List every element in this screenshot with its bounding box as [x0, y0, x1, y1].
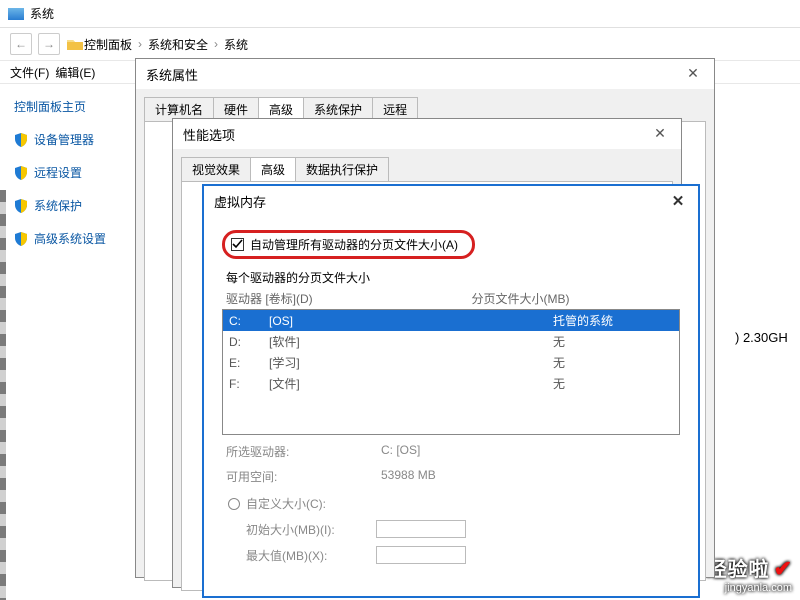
free-space-value: 53988 MB [381, 468, 436, 485]
drive-size: 无 [553, 333, 673, 350]
auto-manage-checkbox[interactable] [231, 238, 244, 251]
drive-letter: E: [229, 356, 269, 370]
dialog-title: 虚拟内存 [214, 192, 266, 211]
close-button[interactable]: ✕ [664, 190, 692, 212]
drive-letter: D: [229, 335, 269, 349]
column-pagefile-size: 分页文件大小(MB) [471, 290, 676, 307]
drive-letter: C: [229, 314, 269, 328]
watermark-brand: 经验啦 [707, 559, 770, 581]
sidebar-item-device-manager[interactable]: 设备管理器 [14, 131, 124, 148]
initial-size-input[interactable] [376, 520, 466, 538]
nav-back-button[interactable]: ← [10, 33, 32, 55]
cpu-freq-text: ) 2.30GH [735, 330, 788, 345]
selected-drive-value: C: [OS] [381, 443, 420, 460]
custom-size-label: 自定义大小(C): [246, 495, 326, 512]
selected-drive-label: 所选驱动器: [226, 443, 381, 460]
shield-icon [14, 199, 28, 213]
breadcrumb-item[interactable]: 系统和安全 [148, 36, 208, 53]
drive-label: [文件] [269, 375, 553, 392]
drive-label: [学习] [269, 354, 553, 371]
drive-row[interactable]: C: [OS] 托管的系统 [223, 310, 679, 331]
drive-row[interactable]: F: [文件] 无 [223, 373, 679, 394]
menu-file[interactable]: 文件(F) [10, 64, 49, 81]
sidebar-title[interactable]: 控制面板主页 [14, 98, 124, 115]
shield-icon [14, 166, 28, 180]
sidebar-item-label: 系统保护 [34, 197, 82, 214]
breadcrumb-item[interactable]: 控制面板 [84, 36, 132, 53]
custom-size-radio[interactable] [228, 498, 240, 510]
drive-size: 无 [553, 375, 673, 392]
sidebar-item-label: 设备管理器 [34, 131, 94, 148]
drive-letter: F: [229, 377, 269, 391]
per-drive-title: 每个驱动器的分页文件大小 [226, 269, 680, 286]
tab-visual-effects[interactable]: 视觉效果 [181, 157, 251, 181]
auto-manage-label: 自动管理所有驱动器的分页文件大小(A) [250, 236, 458, 253]
column-drive-label: 驱动器 [卷标](D) [226, 290, 471, 307]
close-button[interactable]: ✕ [676, 61, 710, 85]
breadcrumb-item[interactable]: 系统 [224, 36, 248, 53]
shield-icon [14, 232, 28, 246]
menu-edit[interactable]: 编辑(E) [55, 64, 95, 81]
sidebar-item-remote-settings[interactable]: 远程设置 [14, 164, 124, 181]
chevron-right-icon: › [214, 37, 218, 51]
drive-label: [软件] [269, 333, 553, 350]
drive-label: [OS] [269, 314, 553, 328]
max-size-label: 最大值(MB)(X): [246, 547, 376, 564]
window-title: 系统 [30, 5, 54, 22]
virtual-memory-dialog: 虚拟内存 ✕ 自动管理所有驱动器的分页文件大小(A) 每个驱动器的分页文件大小 … [202, 184, 700, 598]
drive-row[interactable]: D: [软件] 无 [223, 331, 679, 352]
initial-size-label: 初始大小(MB)(I): [246, 521, 376, 538]
tab-advanced[interactable]: 高级 [250, 157, 296, 181]
close-button[interactable]: ✕ [643, 121, 677, 145]
sidebar-item-advanced-settings[interactable]: 高级系统设置 [14, 230, 124, 247]
dialog-title: 系统属性 [146, 65, 198, 84]
check-icon: ✔ [774, 556, 792, 581]
auto-manage-highlight: 自动管理所有驱动器的分页文件大小(A) [222, 230, 475, 259]
shield-icon [14, 133, 28, 147]
tab-dep[interactable]: 数据执行保护 [295, 157, 389, 181]
watermark-url: jingyanla.com [707, 582, 792, 594]
sidebar-item-system-protection[interactable]: 系统保护 [14, 197, 124, 214]
drive-list[interactable]: C: [OS] 托管的系统 D: [软件] 无 E: [学习] 无 F: [文件… [222, 309, 680, 435]
drive-size: 无 [553, 354, 673, 371]
breadcrumb[interactable]: 控制面板 › 系统和安全 › 系统 [84, 36, 248, 53]
free-space-label: 可用空间: [226, 468, 381, 485]
sidebar-item-label: 远程设置 [34, 164, 82, 181]
watermark: 经验啦✔ jingyanla.com [707, 553, 792, 594]
drive-size: 托管的系统 [553, 312, 673, 329]
drive-row[interactable]: E: [学习] 无 [223, 352, 679, 373]
folder-icon [66, 37, 84, 51]
max-size-input[interactable] [376, 546, 466, 564]
monitor-icon [8, 8, 24, 20]
dialog-title: 性能选项 [183, 125, 235, 144]
sidebar-item-label: 高级系统设置 [34, 230, 106, 247]
chevron-right-icon: › [138, 37, 142, 51]
nav-forward-button[interactable]: → [38, 33, 60, 55]
